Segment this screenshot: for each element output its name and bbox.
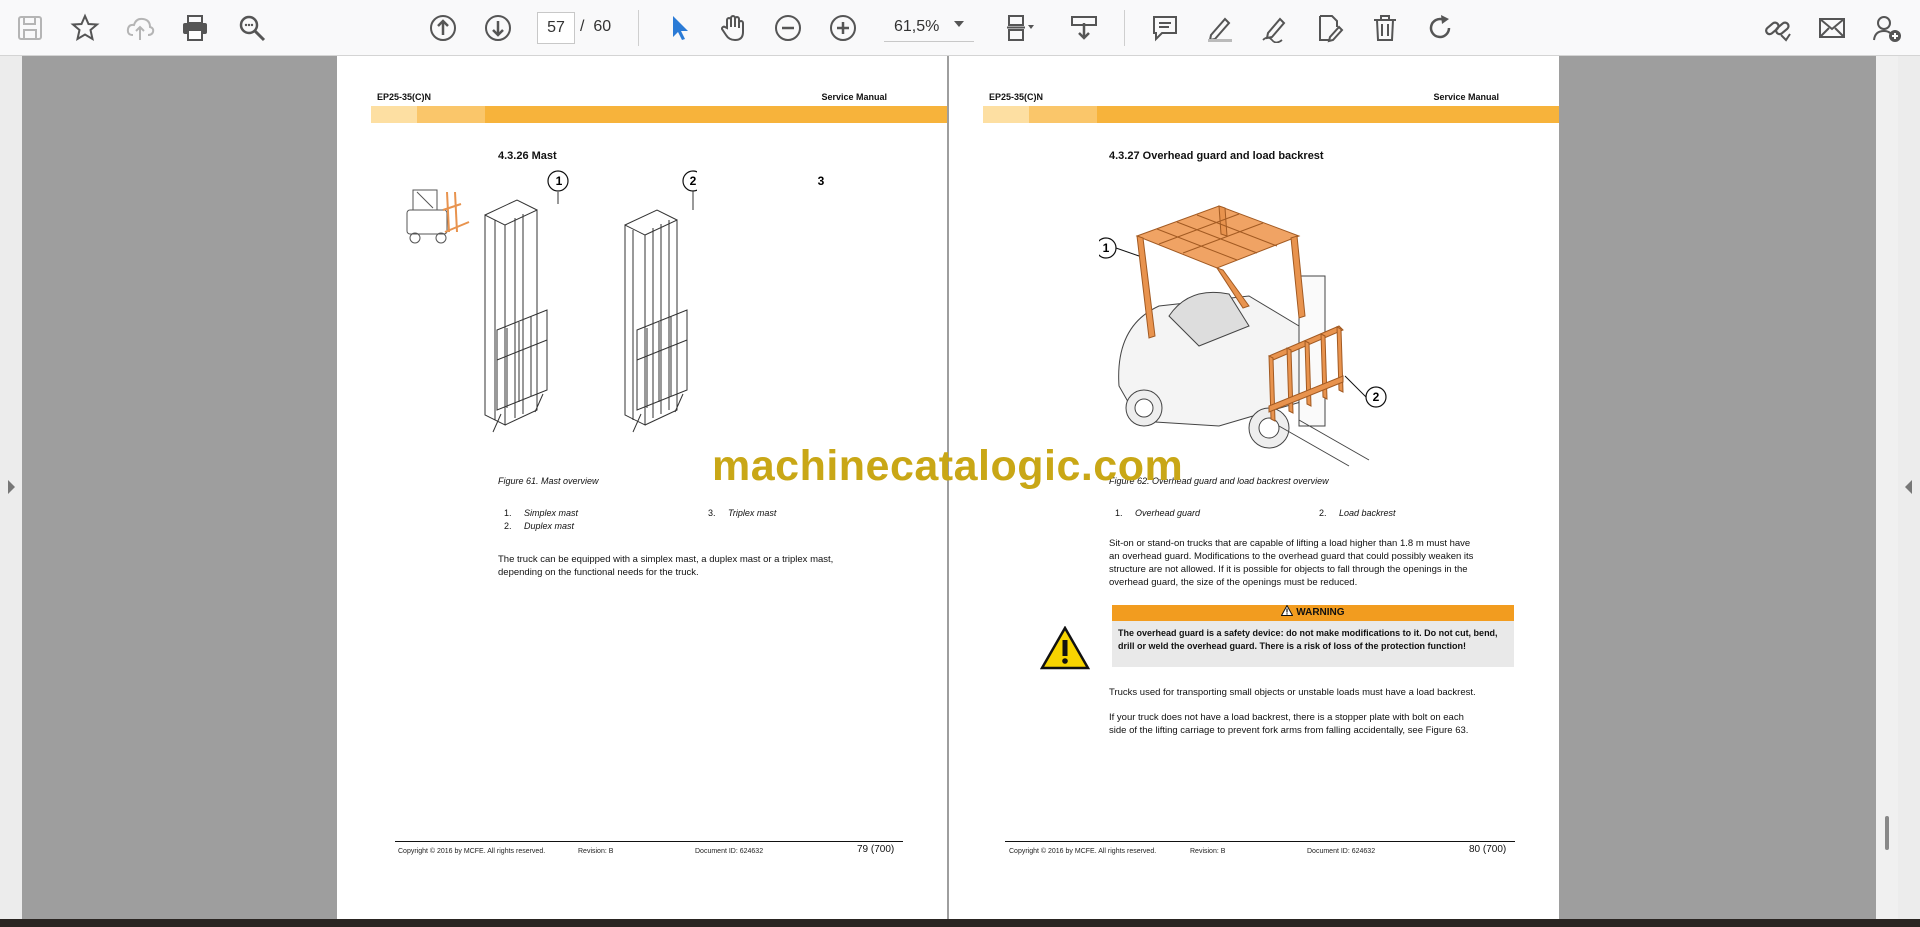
page-up-icon[interactable] [423,8,463,48]
warning-small-icon [1281,604,1294,616]
hand-tool-icon[interactable] [713,8,753,48]
watermark-text: machinecatalogic.com [712,442,1184,490]
body-paragraph: If your truck does not have a load backr… [1109,712,1469,736]
footer-page-number: 80 (700) [1469,844,1507,855]
add-user-icon[interactable] [1867,8,1907,48]
zoom-level-select[interactable]: 61,5% [884,12,974,42]
page-total: / 60 [580,18,612,35]
scrollbar-thumb[interactable] [1885,816,1889,850]
section-title: 4.3.27 Overhead guard and load backrest [1109,150,1324,162]
page-header-model: EP25-35(C)N [377,92,432,102]
footer-page-number: 79 (700) [857,844,895,855]
legend-item: 1. Simplex mast [504,508,579,518]
footer-document-id: Document ID: 624632 [695,848,764,855]
legend-item: 2. Load backrest [1319,508,1396,518]
zoom-in-icon[interactable] [823,8,863,48]
footer-copyright: Copyright © 2016 by MCFE. All rights res… [398,848,546,855]
print-icon[interactable] [175,8,215,48]
mast-overview-figure [406,170,697,433]
highlight-pen-icon[interactable] [1200,8,1240,48]
header-color-band [983,106,1559,123]
callout-1: 1 [1102,241,1110,255]
footer-revision: Revision: B [578,848,614,855]
viewer-toolbar: 57 / 60 61,5% [0,0,1920,56]
save-icon[interactable] [10,8,50,48]
warning-triangle-icon [1040,626,1090,670]
callout-3: 3 [817,174,825,188]
email-icon[interactable] [1812,8,1852,48]
toolbar-separator [638,10,639,46]
body-paragraph: Sit-on or stand-on trucks that are capab… [1109,538,1474,588]
footer-revision: Revision: B [1190,848,1226,855]
footer-document-id: Document ID: 624632 [1307,848,1376,855]
legend-item: 2. Duplex mast [504,521,575,531]
figure-caption: Figure 61. Mast overview [498,476,599,486]
page-header-model: EP25-35(C)N [989,92,1044,102]
cloud-upload-icon[interactable] [120,8,160,48]
zoom-out-icon[interactable] [768,8,808,48]
chevron-down-icon[interactable] [954,21,964,27]
vertical-scrollbar[interactable] [1876,56,1898,919]
page-number-input[interactable]: 57 [537,12,575,44]
bottom-edge [0,919,1920,927]
page-down-icon[interactable] [478,8,518,48]
fit-page-icon[interactable] [1000,8,1040,48]
callout-2: 2 [1372,390,1380,404]
legend-item: 1. Overhead guard [1115,508,1201,518]
page-header-title: Service Manual [1433,92,1499,102]
toolbar-separator [1124,10,1125,46]
edit-document-icon[interactable] [1310,8,1350,48]
page-header-title: Service Manual [821,92,887,102]
comment-icon[interactable] [1145,8,1185,48]
signature-icon[interactable] [1255,8,1295,48]
right-panel-toggle[interactable] [1898,56,1920,919]
select-cursor-icon[interactable] [660,8,700,48]
body-paragraph: Trucks used for transporting small objec… [1109,687,1476,698]
warning-header: WARNING [1112,604,1514,621]
rotate-icon[interactable] [1420,8,1460,48]
delete-icon[interactable] [1365,8,1405,48]
callout-2: 2 [689,174,697,188]
callout-1: 1 [555,174,563,188]
share-link-icon[interactable] [1757,8,1797,48]
bookmark-star-icon[interactable] [65,8,105,48]
download-icon[interactable] [1064,8,1104,48]
legend-item: 3. Triplex mast [708,508,777,518]
footer-copyright: Copyright © 2016 by MCFE. All rights res… [1009,848,1157,855]
header-color-band [371,106,947,123]
section-title: 4.3.26 Mast [498,150,557,162]
zoom-search-icon[interactable] [232,8,272,48]
footer-rule [395,841,903,842]
warning-body: The overhead guard is a safety device: d… [1112,621,1514,667]
overhead-guard-figure [1099,205,1387,467]
body-paragraph: The truck can be equipped with a simplex… [498,554,834,578]
footer-rule [1005,841,1515,842]
left-panel-toggle[interactable] [0,56,22,919]
